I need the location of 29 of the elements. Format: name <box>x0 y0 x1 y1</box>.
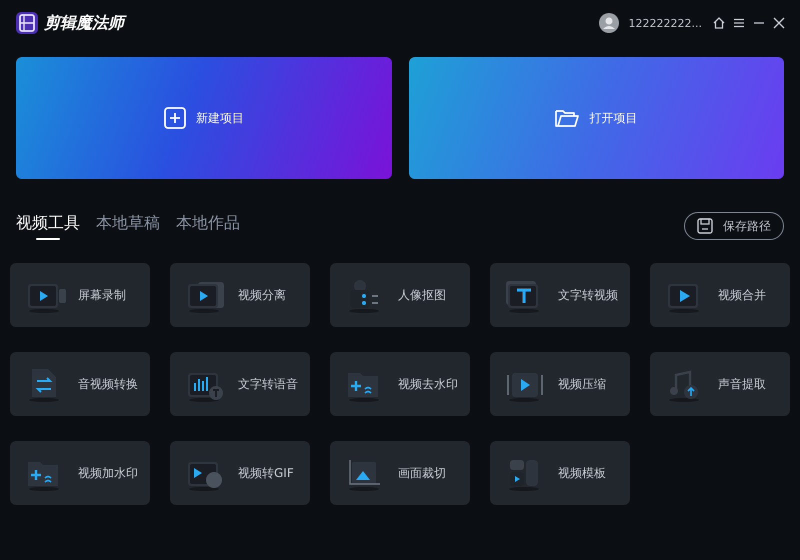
tool-card[interactable]: 屏幕录制 <box>10 263 150 327</box>
folder-icon <box>555 108 580 128</box>
tool-card[interactable]: 视频去水印 <box>330 352 470 416</box>
tab[interactable]: 本地作品 <box>176 212 240 240</box>
save-path-button[interactable]: 保存路径 <box>684 212 784 240</box>
tool-card[interactable]: 画面裁切 <box>330 441 470 505</box>
new-project-button[interactable]: 新建项目 <box>16 57 392 179</box>
menu-icon[interactable] <box>732 16 746 30</box>
floppy-icon <box>697 218 713 234</box>
home-icon[interactable] <box>712 16 726 30</box>
tool-card[interactable]: 声音提取 <box>650 352 790 416</box>
plus-icon <box>164 107 186 129</box>
tool-card[interactable]: 视频压缩 <box>490 352 630 416</box>
tool-card[interactable]: 音视频转换 <box>10 352 150 416</box>
tool-card[interactable]: 视频合并 <box>650 263 790 327</box>
tool-card[interactable]: 视频模板 <box>490 441 630 505</box>
tool-card[interactable]: 视频加水印 <box>10 441 150 505</box>
tab[interactable]: 本地草稿 <box>96 212 160 240</box>
tool-card[interactable]: 视频分离 <box>170 263 310 327</box>
film-logo-icon <box>16 12 38 34</box>
tool-card[interactable]: 文字转视频 <box>490 263 630 327</box>
tab[interactable]: 视频工具 <box>16 212 80 240</box>
tool-card[interactable]: 人像抠图 <box>330 263 470 327</box>
close-icon[interactable] <box>772 16 786 30</box>
tool-card[interactable]: 视频转GIF <box>170 441 310 505</box>
tool-card[interactable]: 文字转语音 <box>170 352 310 416</box>
open-project-button[interactable]: 打开项目 <box>408 57 784 179</box>
avatar-icon[interactable] <box>598 13 619 33</box>
user-name: 122222222... <box>628 16 702 30</box>
